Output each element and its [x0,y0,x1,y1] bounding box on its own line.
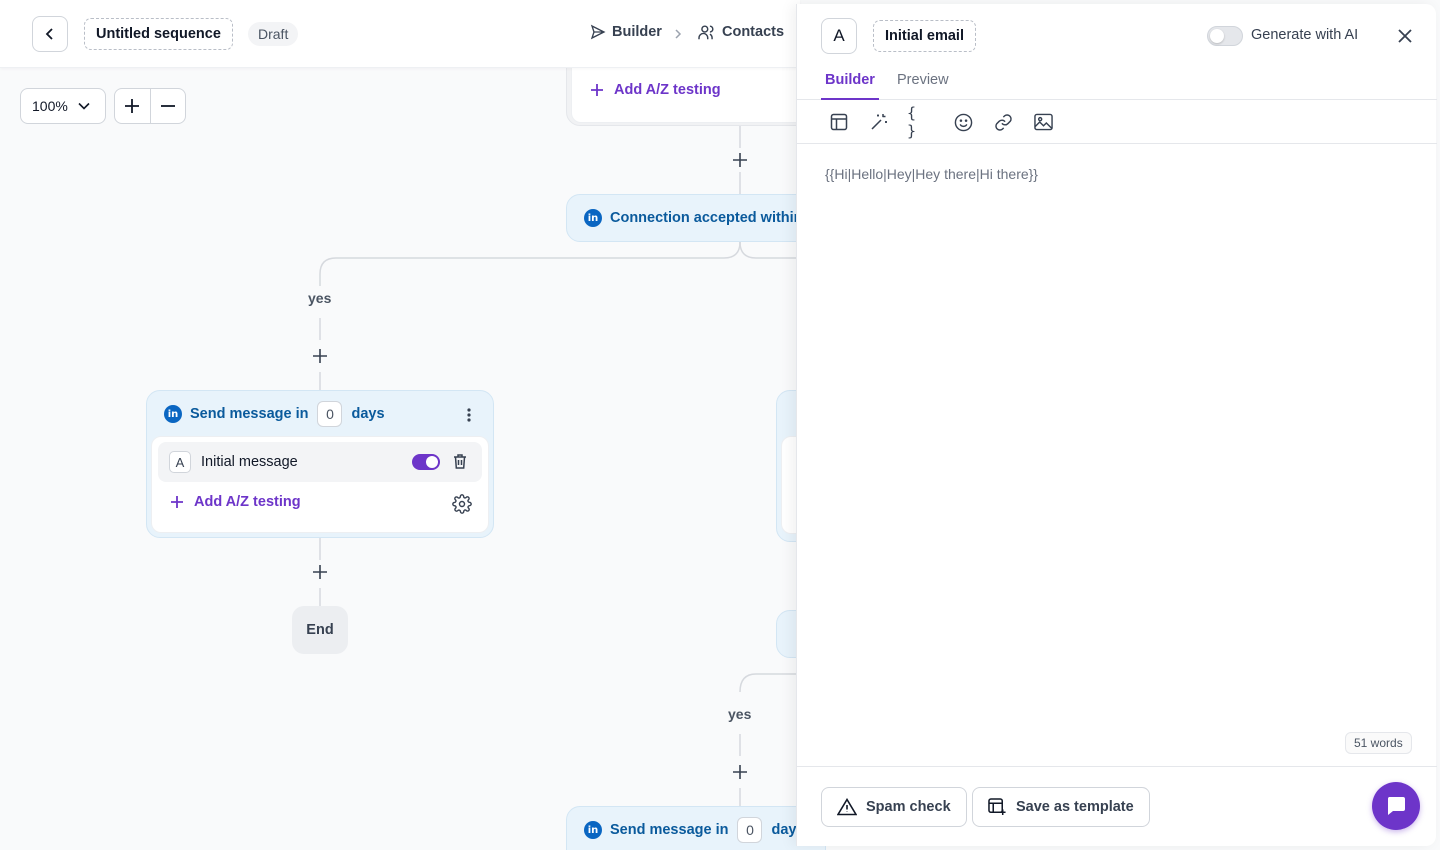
sequence-name[interactable]: Untitled sequence [84,18,233,50]
linkedin-icon: in [164,405,182,423]
close-icon[interactable] [1395,26,1415,46]
save-as-template-button[interactable]: Save as template [972,787,1150,827]
add-step-button[interactable] [310,346,330,366]
zoom-controls [114,88,186,124]
plus-icon [733,765,747,779]
panel-footer: Spam check Save as template [797,766,1437,846]
plus-icon [313,565,327,579]
plus-icon [171,496,183,508]
spam-check-button[interactable]: Spam check [821,787,967,827]
status-badge: Draft [248,22,299,46]
variant-letter: A [821,18,857,54]
variable-icon[interactable]: { } [907,104,931,140]
warning-icon [837,798,857,816]
zoom-select[interactable]: 100% [20,88,106,124]
plus-icon [591,84,603,96]
nav-contacts[interactable]: Contacts [698,24,784,40]
save-template-icon [988,798,1006,816]
users-icon [698,25,714,40]
linkedin-icon: in [584,209,602,227]
generate-ai-toggle[interactable] [1207,26,1243,46]
top-bar: Untitled sequence Draft Builder Contacts [0,0,800,68]
variant-enabled-toggle[interactable] [412,454,440,470]
more-options-icon[interactable] [463,407,475,423]
nav-builder[interactable]: Builder [590,24,662,40]
chevron-right-icon [675,29,682,39]
panel-tabs: Builder Preview [797,68,1437,100]
branch-label-yes: yes [728,706,752,722]
connection-accepted-step[interactable]: in Connection accepted within [566,194,826,242]
back-button[interactable] [32,16,68,52]
linkedin-icon: in [584,821,602,839]
editor-toolbar: { } [797,100,1437,144]
email-editor-panel: A Initial email Generate with AI Builder… [796,4,1437,846]
delay-days-input[interactable]: 0 [317,401,343,427]
emoji-icon[interactable] [951,110,975,134]
branch-label-yes: yes [308,290,332,306]
tab-builder[interactable]: Builder [821,72,879,100]
add-az-testing-link-top[interactable]: Add A/Z testing [590,82,721,98]
chat-support-button[interactable] [1372,782,1420,830]
zoom-out-button[interactable] [151,89,186,123]
email-body-editor[interactable]: {{Hi|Hello|Hey|Hey there|Hi there}} [825,166,1038,182]
generate-ai-label: Generate with AI [1251,27,1359,43]
end-node: End [292,606,348,654]
delay-days-input[interactable]: 0 [737,817,763,843]
add-step-button[interactable] [730,762,750,782]
template-icon[interactable] [827,110,851,134]
chat-icon [1387,797,1405,815]
word-count: 51 words [1345,732,1412,754]
chevron-down-icon [78,102,90,110]
add-step-button[interactable] [310,562,330,582]
plus-icon [733,153,747,167]
plus-icon [313,349,327,363]
variant-letter: A [169,451,191,473]
magic-wand-icon[interactable] [867,110,891,134]
image-icon[interactable] [1031,110,1055,134]
trash-icon[interactable] [452,453,468,473]
chevron-left-icon [45,28,53,40]
add-az-testing-link[interactable]: Add A/Z testing [170,494,301,510]
email-title[interactable]: Initial email [873,20,976,52]
tab-preview[interactable]: Preview [897,72,949,100]
variant-row[interactable]: A Initial message [158,442,482,482]
zoom-in-button[interactable] [115,89,151,123]
link-icon[interactable] [991,110,1015,134]
plus-icon [125,99,140,113]
settings-gear-icon[interactable] [452,494,472,517]
add-step-button[interactable] [730,150,750,170]
minus-icon [160,105,175,107]
send-icon [590,24,606,40]
send-message-step-bottom[interactable]: in Send message in 0 days [566,806,826,850]
variant-name: Initial message [201,454,298,470]
